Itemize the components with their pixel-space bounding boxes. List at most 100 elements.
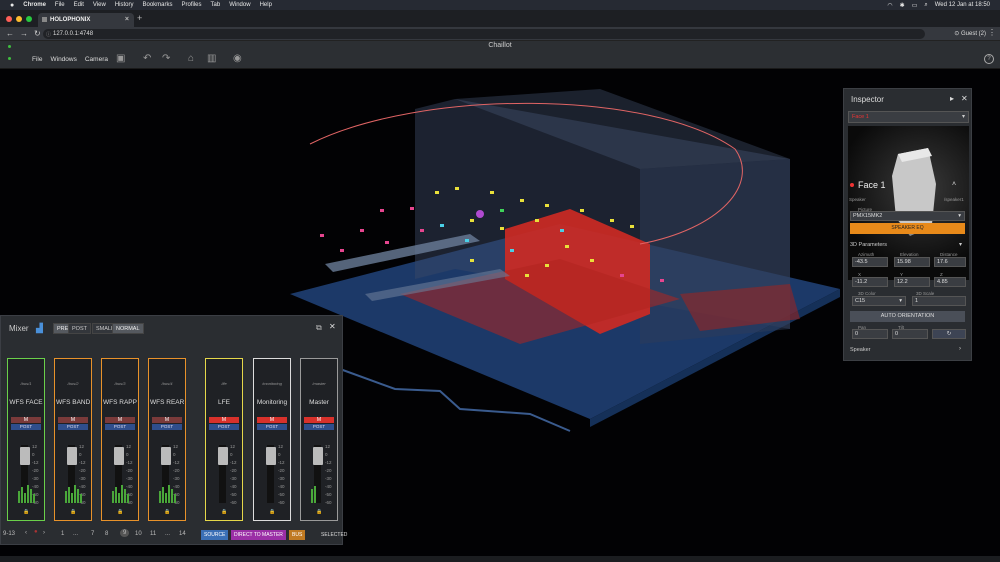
expand-icon[interactable]: ▸ (950, 94, 954, 103)
save-icon[interactable]: ▣ (116, 53, 125, 64)
bus-button[interactable]: BUS (289, 530, 306, 540)
mute-button[interactable]: M (11, 417, 41, 423)
post-button[interactable]: POST (68, 323, 91, 334)
new-tab-icon[interactable]: + (137, 13, 142, 23)
clock[interactable]: Wed 12 Jan at 18:50 (935, 2, 990, 8)
post-button[interactable]: POST (304, 424, 334, 430)
picture-select[interactable]: PMX15MK2 ▾ (850, 211, 965, 221)
url-field[interactable]: ⓘ 127.0.0.1:4748 (43, 29, 925, 39)
page-number[interactable]: 7 (91, 531, 94, 537)
mute-button[interactable]: M (209, 417, 239, 423)
fader-knob[interactable] (20, 447, 30, 465)
elevation-field[interactable]: 15.98 (894, 257, 930, 267)
profile-button[interactable]: ⊙ Guest (2) (954, 30, 986, 37)
info-icon[interactable]: ⓘ (46, 31, 51, 38)
3d-parameters-header[interactable]: 3D Parameters (850, 242, 887, 248)
fader-knob[interactable] (218, 447, 228, 465)
selected-speaker-marker[interactable] (476, 210, 484, 218)
post-button[interactable]: POST (11, 424, 41, 430)
post-button[interactable]: POST (152, 424, 182, 430)
popout-icon[interactable]: ⧉ (316, 323, 322, 333)
back-icon[interactable]: ← (6, 29, 14, 38)
next-page-icon[interactable]: › (43, 530, 45, 536)
channel-strip[interactable]: /bus/4 WFS REAR M POST 12 0 -12 -20 -30 -40 -50 -60… (148, 358, 186, 521)
chevron-up-icon[interactable]: ˄ (952, 181, 956, 188)
normal-button[interactable]: NORMAL (112, 323, 144, 334)
y-field[interactable]: 12.2 (894, 277, 930, 287)
channel-strip[interactable]: /monitoring Monitoring M POST 12 0 -12 -20 -30 -4… (253, 358, 291, 521)
page-number[interactable]: 11 (150, 531, 156, 537)
zoom-window-button[interactable] (26, 16, 32, 22)
menu-help[interactable]: Help (260, 2, 272, 8)
selection-dropdown[interactable]: Face 1 ▾ (848, 111, 969, 123)
lock-icon[interactable]: 🔒 (269, 509, 275, 515)
close-window-button[interactable] (6, 16, 12, 22)
lock-icon[interactable]: 🔒 (117, 509, 123, 515)
app-menu-windows[interactable]: Windows (50, 56, 76, 63)
menu-tab[interactable]: Tab (211, 2, 221, 8)
speaker-section-header[interactable]: Speaker (850, 347, 871, 353)
channel-strip[interactable]: /bus/2 WFS BAND M POST 12 0 -12 -20 -30 -40 -50 -60… (54, 358, 92, 521)
x-field[interactable]: -11.2 (852, 277, 888, 287)
meters-icon[interactable]: ▥ (207, 53, 216, 64)
lock-icon[interactable]: 🔒 (221, 509, 227, 515)
apple-icon[interactable]: ● (10, 2, 14, 9)
app-menu-camera[interactable]: Camera (85, 56, 108, 63)
z-field[interactable]: 4.85 (934, 277, 966, 287)
fader-knob[interactable] (161, 447, 171, 465)
direct-to-master-button[interactable]: DIRECT TO MASTER (231, 530, 286, 540)
page-number[interactable]: 10 (135, 531, 142, 537)
minimize-window-button[interactable] (16, 16, 22, 22)
mute-button[interactable]: M (304, 417, 334, 423)
chevron-right-icon[interactable]: › (959, 346, 961, 352)
menu-window[interactable]: Window (229, 2, 250, 8)
mute-button[interactable]: M (58, 417, 88, 423)
help-icon[interactable]: ? (984, 54, 994, 64)
reload-icon[interactable]: ↻ (34, 29, 41, 38)
source-button[interactable]: SOURCE (201, 530, 229, 540)
eye-icon[interactable]: ◉ (233, 53, 242, 64)
channel-strip[interactable]: /lfe LFE M POST 12 0 -12 -20 -30 -40 -50 -60 🔒 (205, 358, 243, 521)
undo-icon[interactable]: ↶ (143, 53, 151, 64)
page-number[interactable]: 1 (61, 531, 64, 537)
lock-icon[interactable]: 🔒 (164, 509, 170, 515)
menu-edit[interactable]: Edit (74, 2, 84, 8)
post-button[interactable]: POST (257, 424, 287, 430)
battery-icon[interactable]: ▭ (912, 2, 918, 9)
menu-profiles[interactable]: Profiles (182, 2, 202, 8)
scale-field[interactable]: 1 (912, 296, 966, 306)
fader-knob[interactable] (266, 447, 276, 465)
close-icon[interactable]: ✕ (329, 322, 336, 331)
channel-strip[interactable]: /bus/3WFS RAPPEMPOST120-12-20-30-40-50-6… (101, 358, 139, 521)
pan-field[interactable]: 0 (852, 329, 888, 339)
app-menu-file[interactable]: File (32, 56, 42, 63)
close-tab-icon[interactable]: × (125, 16, 129, 23)
lock-icon[interactable]: 🔒 (70, 509, 76, 515)
speaker-eq-button[interactable]: SPEAKER EQ (850, 223, 965, 234)
fader-knob[interactable] (67, 447, 77, 465)
distance-field[interactable]: 17.6 (934, 257, 966, 267)
browser-menu-icon[interactable]: ⋮ (988, 28, 996, 37)
page-number[interactable]: 8 (105, 531, 108, 537)
page-number[interactable]: ... (165, 531, 170, 537)
mute-button[interactable]: M (105, 417, 135, 423)
forward-icon[interactable]: → (20, 29, 28, 38)
channel-strip[interactable]: /bus/1 WFS FACE M POST 12 0 -12 -20 -30 -40 -50 -60… (7, 358, 45, 521)
mute-button[interactable]: M (257, 417, 287, 423)
selected-button[interactable]: SELECTED (318, 530, 350, 540)
color-select[interactable]: C15 ▾ (852, 296, 906, 306)
post-button[interactable]: POST (58, 424, 88, 430)
post-button[interactable]: POST (105, 424, 135, 430)
menu-file[interactable]: File (55, 2, 65, 8)
mute-button[interactable]: M (152, 417, 182, 423)
redo-icon[interactable]: ↷ (162, 53, 170, 64)
menubar-app-name[interactable]: Chrome (23, 2, 46, 8)
post-button[interactable]: POST (209, 424, 239, 430)
channel-strip[interactable]: /master Master M POST 12 0 -12 -20 -30 -40 -50 -60 🔒 (300, 358, 338, 521)
auto-orientation-button[interactable]: AUTO ORIENTATION (850, 311, 965, 322)
tag-icon[interactable]: ⌂ (188, 53, 194, 64)
fader-knob[interactable] (313, 447, 323, 465)
azimuth-field[interactable]: -43.5 (852, 257, 888, 267)
record-icon[interactable]: ● (34, 529, 38, 535)
reset-orientation-button[interactable]: ↻ (932, 329, 966, 339)
